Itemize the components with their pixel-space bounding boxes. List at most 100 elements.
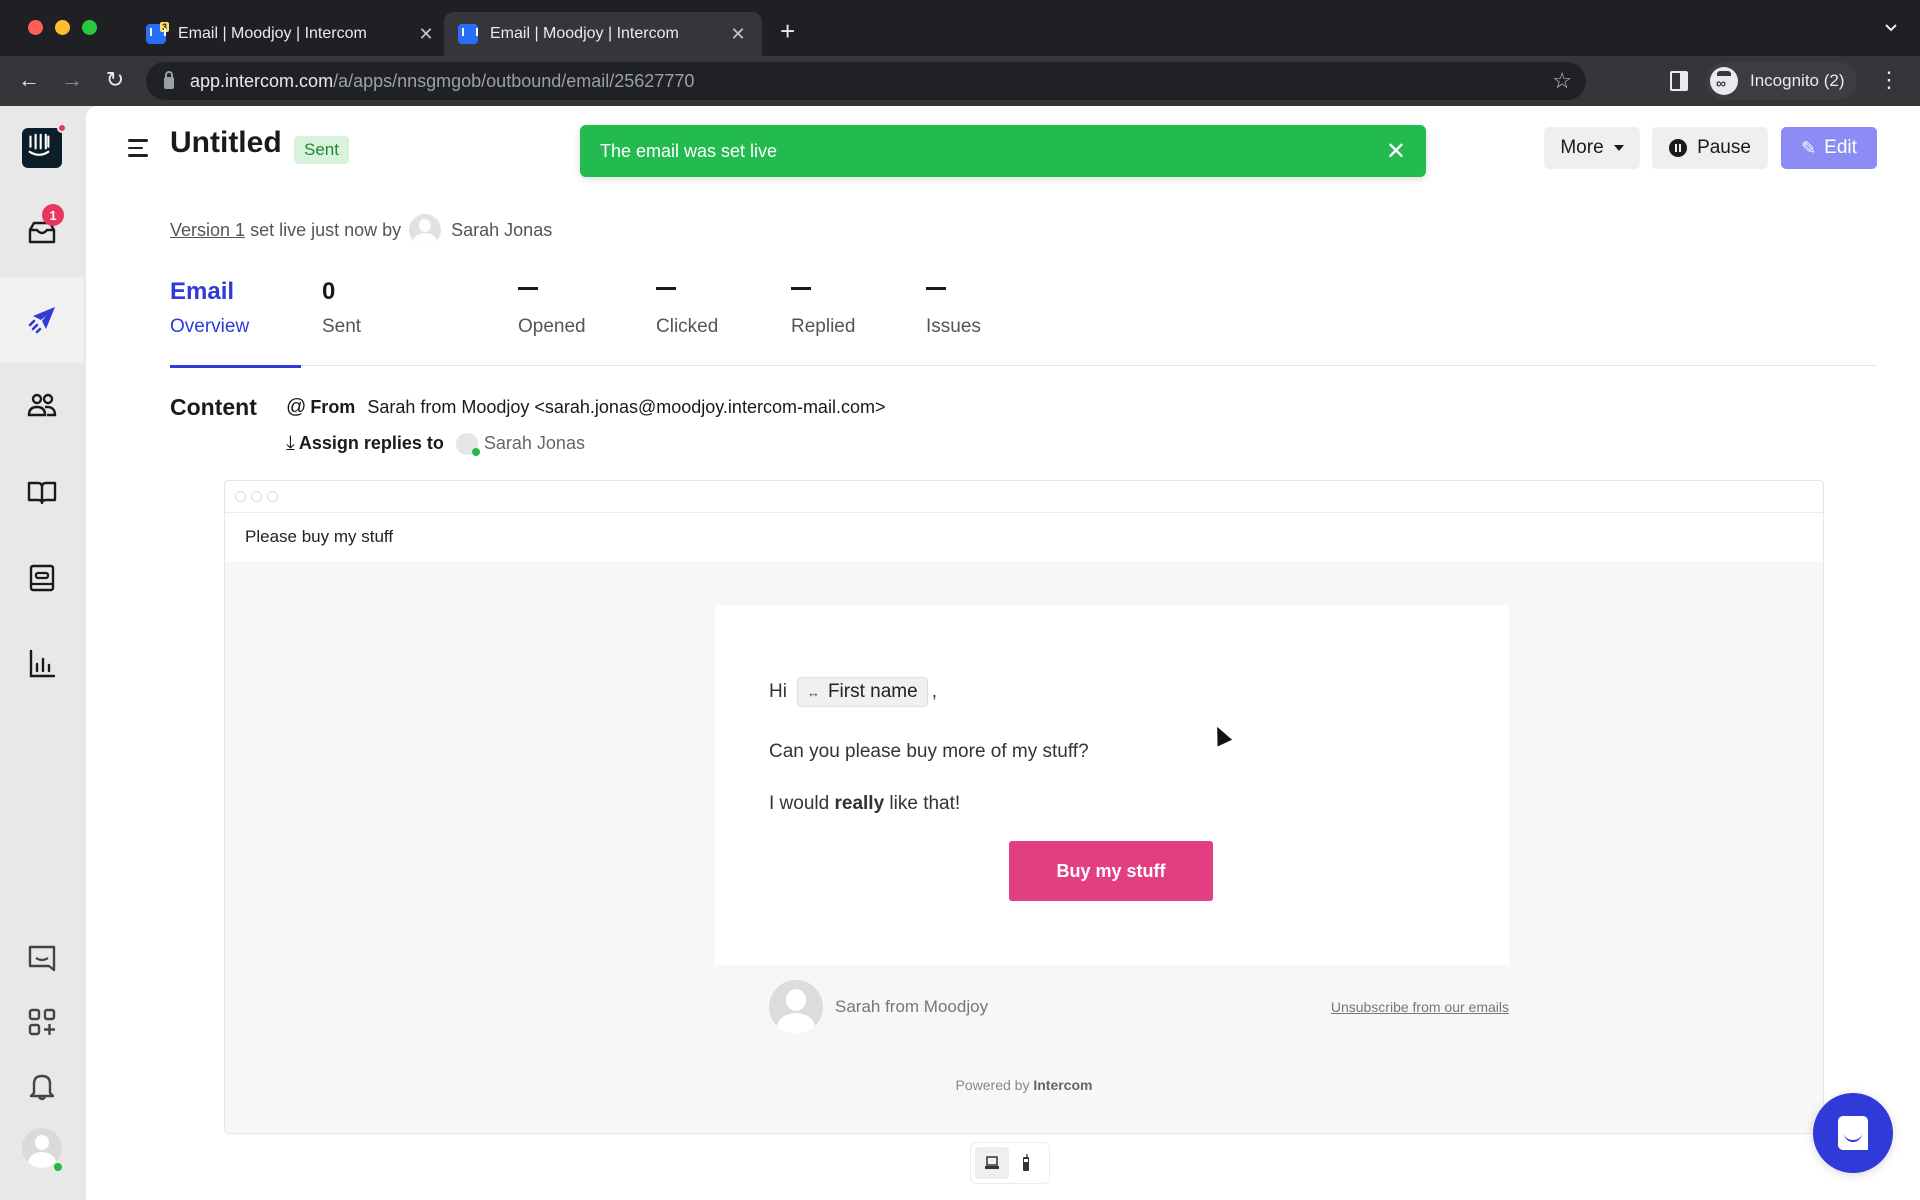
email-line-1: Can you please buy more of my stuff?: [769, 741, 1089, 762]
pause-icon: [1669, 139, 1688, 157]
from-label: From: [310, 397, 356, 417]
assign-label: Assign replies to: [298, 433, 444, 453]
attribute-icon: ↔: [806, 684, 820, 700]
tab-sent[interactable]: 0 Sent: [322, 278, 361, 366]
more-button[interactable]: More: [1544, 127, 1640, 169]
back-button[interactable]: ←: [15, 67, 43, 93]
empty-value-dash: [926, 287, 946, 291]
messenger-icon: [28, 945, 56, 972]
sidebar-item-inbox[interactable]: 1: [0, 190, 84, 274]
opened-count: [518, 278, 586, 312]
sent-count: 0: [322, 278, 336, 305]
sidebar-item-home[interactable]: [0, 106, 84, 190]
main-panel: Untitled Sent The email was set live ✕ M…: [86, 106, 1920, 1200]
edit-button[interactable]: ✎ Edit: [1781, 127, 1877, 169]
browser-menu-icon[interactable]: ⋮: [1878, 68, 1900, 92]
browser-toolbar: ← → ↻ app.intercom.com/a/apps/nnsgmgob/o…: [0, 56, 1920, 106]
mobile-preview-button[interactable]: [1009, 1147, 1043, 1179]
email-subject: Please buy my stuff: [225, 513, 1823, 561]
tab-search-chevron-icon[interactable]: [1884, 20, 1898, 38]
profile-label: Incognito (2): [1750, 71, 1845, 90]
assign-icon: ⤓: [286, 432, 295, 454]
tab-issues[interactable]: Issues: [926, 278, 981, 366]
author-avatar: [409, 214, 442, 246]
from-value: Sarah from Moodjoy <sarah.jonas@moodjoy.…: [367, 397, 886, 417]
edit-label: Edit: [1824, 137, 1857, 158]
tab-clicked[interactable]: Clicked: [656, 278, 718, 366]
window-maximize-button[interactable]: [82, 20, 97, 35]
assignee: Sarah Jonas: [455, 432, 585, 456]
new-tab-button[interactable]: +: [780, 18, 795, 44]
first-name-attribute-chip: ↔ First name: [796, 677, 928, 707]
pause-label: Pause: [1697, 137, 1751, 158]
status-badge: Sent: [294, 136, 349, 164]
browser-tab-active[interactable]: Email | Moodjoy | Intercom ✕: [444, 12, 762, 56]
from-row: @ From Sarah from Moodjoy <sarah.jonas@m…: [286, 396, 885, 419]
empty-value-dash: [791, 287, 811, 291]
browser-tab[interactable]: 3 Email | Moodjoy | Intercom ✕: [132, 12, 450, 56]
preview-window-chrome: [225, 481, 1823, 513]
stats-tabs: Email Overview 0 Sent Opened Clicked Rep…: [170, 278, 1877, 368]
apps-icon: [28, 1008, 56, 1036]
bar-chart-icon: [29, 649, 56, 678]
powered-by: Powered by Intercom: [955, 1077, 1093, 1093]
window-close-button[interactable]: [28, 20, 43, 35]
contacts-icon: [27, 393, 57, 417]
sidebar-item-articles[interactable]: [0, 450, 84, 534]
sender-name: Sarah from Moodjoy: [835, 997, 989, 1016]
tab-close-icon[interactable]: ✕: [416, 24, 436, 45]
url-path: /a/apps/nnsgmgob/outbound/email/25627770: [333, 70, 695, 91]
replied-count: [791, 278, 855, 312]
buy-my-stuff-button[interactable]: Buy my stuff: [1009, 841, 1213, 901]
mobile-phone-icon: [1023, 1154, 1029, 1171]
paper-plane-icon: [28, 307, 55, 334]
sidebar-item-outbound[interactable]: [0, 278, 84, 362]
sidebar-item-contacts[interactable]: [0, 364, 84, 448]
sidebar-item-reports[interactable]: [0, 622, 84, 706]
device-toggle: [970, 1142, 1050, 1184]
profile-button[interactable]: Incognito (2): [1706, 62, 1857, 100]
tab-replied[interactable]: Replied: [791, 278, 855, 366]
menu-toggle-icon[interactable]: [128, 139, 148, 162]
more-label: More: [1560, 137, 1604, 158]
inbox-count-badge: 1: [42, 204, 64, 226]
clicked-count: [656, 278, 718, 312]
sidebar-item-profile[interactable]: [0, 1106, 84, 1190]
version-info: Version 1 set live just now by Sarah Jon…: [170, 214, 552, 246]
toast-close-icon[interactable]: ✕: [1386, 137, 1406, 166]
version-link[interactable]: Version 1: [170, 220, 245, 241]
chat-bubble-icon: [1838, 1116, 1868, 1150]
pencil-icon: ✎: [1801, 137, 1817, 158]
bookmark-star-icon[interactable]: ☆: [1552, 68, 1572, 94]
assignee-avatar: [455, 432, 480, 456]
url-host: app.intercom.com: [190, 70, 334, 91]
desktop-preview-button[interactable]: [975, 1147, 1009, 1179]
window-minimize-button[interactable]: [55, 20, 70, 35]
sidebar-item-knowledge[interactable]: [0, 536, 84, 620]
messenger-launcher-button[interactable]: [1813, 1093, 1893, 1173]
book-icon: [27, 481, 57, 505]
forward-button[interactable]: →: [58, 67, 86, 93]
tab-close-icon[interactable]: ✕: [728, 24, 748, 45]
intercom-logo-icon: [22, 123, 67, 168]
assignee-name: Sarah Jonas: [483, 433, 585, 453]
notification-dot: [57, 123, 67, 133]
version-author: Sarah Jonas: [451, 219, 553, 240]
sidebar: 1: [0, 106, 86, 1200]
bell-icon: [29, 1074, 55, 1101]
pause-button[interactable]: Pause: [1652, 127, 1768, 169]
reload-button[interactable]: ↻: [101, 67, 129, 93]
tab-title: Email | Moodjoy | Intercom: [490, 25, 679, 42]
assign-row: ⤓ Assign replies to Sarah Jonas: [286, 432, 585, 456]
side-panel-icon[interactable]: [1670, 71, 1688, 91]
tab-opened[interactable]: Opened: [518, 278, 586, 366]
caret-down-icon: [1613, 145, 1624, 151]
email-body-card: Hi ↔ First name , Can you please buy mor…: [715, 605, 1509, 965]
tab-email-overview[interactable]: Email Overview: [170, 278, 302, 368]
success-toast: The email was set live ✕: [580, 125, 1426, 177]
email-line-2: I would really like that!: [769, 793, 961, 814]
email-preview: Please buy my stuff Hi ↔ First name , Ca…: [224, 480, 1824, 1134]
lock-icon: [164, 71, 174, 89]
address-bar[interactable]: app.intercom.com/a/apps/nnsgmgob/outboun…: [146, 62, 1586, 100]
unsubscribe-link[interactable]: Unsubscribe from our emails: [1331, 999, 1509, 1015]
